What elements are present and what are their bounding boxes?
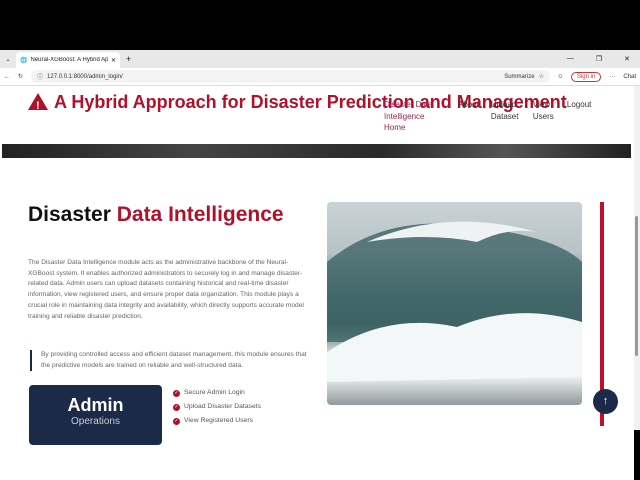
page-scrollbar[interactable] [634,86,640,430]
close-tab-icon[interactable]: ✕ [111,57,116,64]
tab-bar: ⌄ 🌐 Neural-XGBoost: A Hybrid Approa ✕ + … [0,50,640,68]
nav-home[interactable]: Disaster Data Intelligence Home [384,99,446,134]
copilot-chat-button[interactable]: Chat [623,74,636,80]
admin-card: Admin Operations [29,385,162,445]
nav-view-users[interactable]: View Users [533,99,555,134]
globe-icon: 🌐 [20,57,28,64]
favorites-icon[interactable]: ✩ [558,73,563,80]
info-icon[interactable]: ⓘ [37,72,43,81]
hero-banner [2,144,631,158]
list-item: ✓ Secure Admin Login [173,389,245,397]
check-icon: ✓ [173,389,180,397]
summarize-button[interactable]: Summarize [504,74,534,80]
nav-upload-dataset[interactable]: Upload Dataset [491,99,521,134]
back-to-top-button[interactable]: ↑ [593,389,618,414]
web-page: ! A Hybrid Approach for Disaster Predicti… [0,86,634,480]
tab-list-dropdown[interactable]: ⌄ [0,56,16,63]
address-bar-row: ← ↻ ⓘ 127.0.0.1:8000/admin_login/ Summar… [0,68,640,86]
refresh-icon[interactable]: ↻ [18,73,23,80]
favorite-icon[interactable]: ☆ [539,73,544,80]
card-title: Admin [67,395,124,415]
warning-icon: ! [28,93,48,112]
page-title: Disaster Data Intelligence [28,203,284,226]
card-subtitle: Operations [71,416,120,427]
sign-in-button[interactable]: Sign in [570,71,602,82]
url-text: 127.0.0.1:8000/admin_login/ [47,73,123,80]
quote-block: By providing controlled access and effic… [30,350,310,372]
browser-tab[interactable]: 🌐 Neural-XGBoost: A Hybrid Approa ✕ [16,52,120,68]
restore-button[interactable]: ❐ [596,55,602,63]
nav-about[interactable]: About [458,99,479,134]
check-icon: ✓ [173,417,180,425]
wave-illustration [327,221,582,382]
description: The Disaster Data Intelligence module ac… [28,259,304,320]
check-icon: ✓ [173,403,180,411]
main-nav: Disaster Data Intelligence Home About Up… [384,99,591,134]
tab-title: Neural-XGBoost: A Hybrid Approa [30,57,108,63]
feature-list: ✓ Secure Admin Login ✓ Upload Disaster Dat… [173,386,261,428]
minimize-button[interactable]: — [567,55,574,63]
address-bar[interactable]: ⓘ 127.0.0.1:8000/admin_login/ Summarize … [31,70,550,83]
list-item: ✓ View Registered Users [173,417,254,425]
close-window-button[interactable]: ✕ [624,55,630,63]
tsunami-wave-image [327,202,582,405]
nav-logout[interactable]: Logout [567,99,591,134]
list-item: ✓ Upload Disaster Datasets [173,403,262,411]
more-icon[interactable]: ··· [609,74,615,80]
new-tab-button[interactable]: + [126,54,131,64]
back-icon[interactable]: ← [4,74,10,80]
